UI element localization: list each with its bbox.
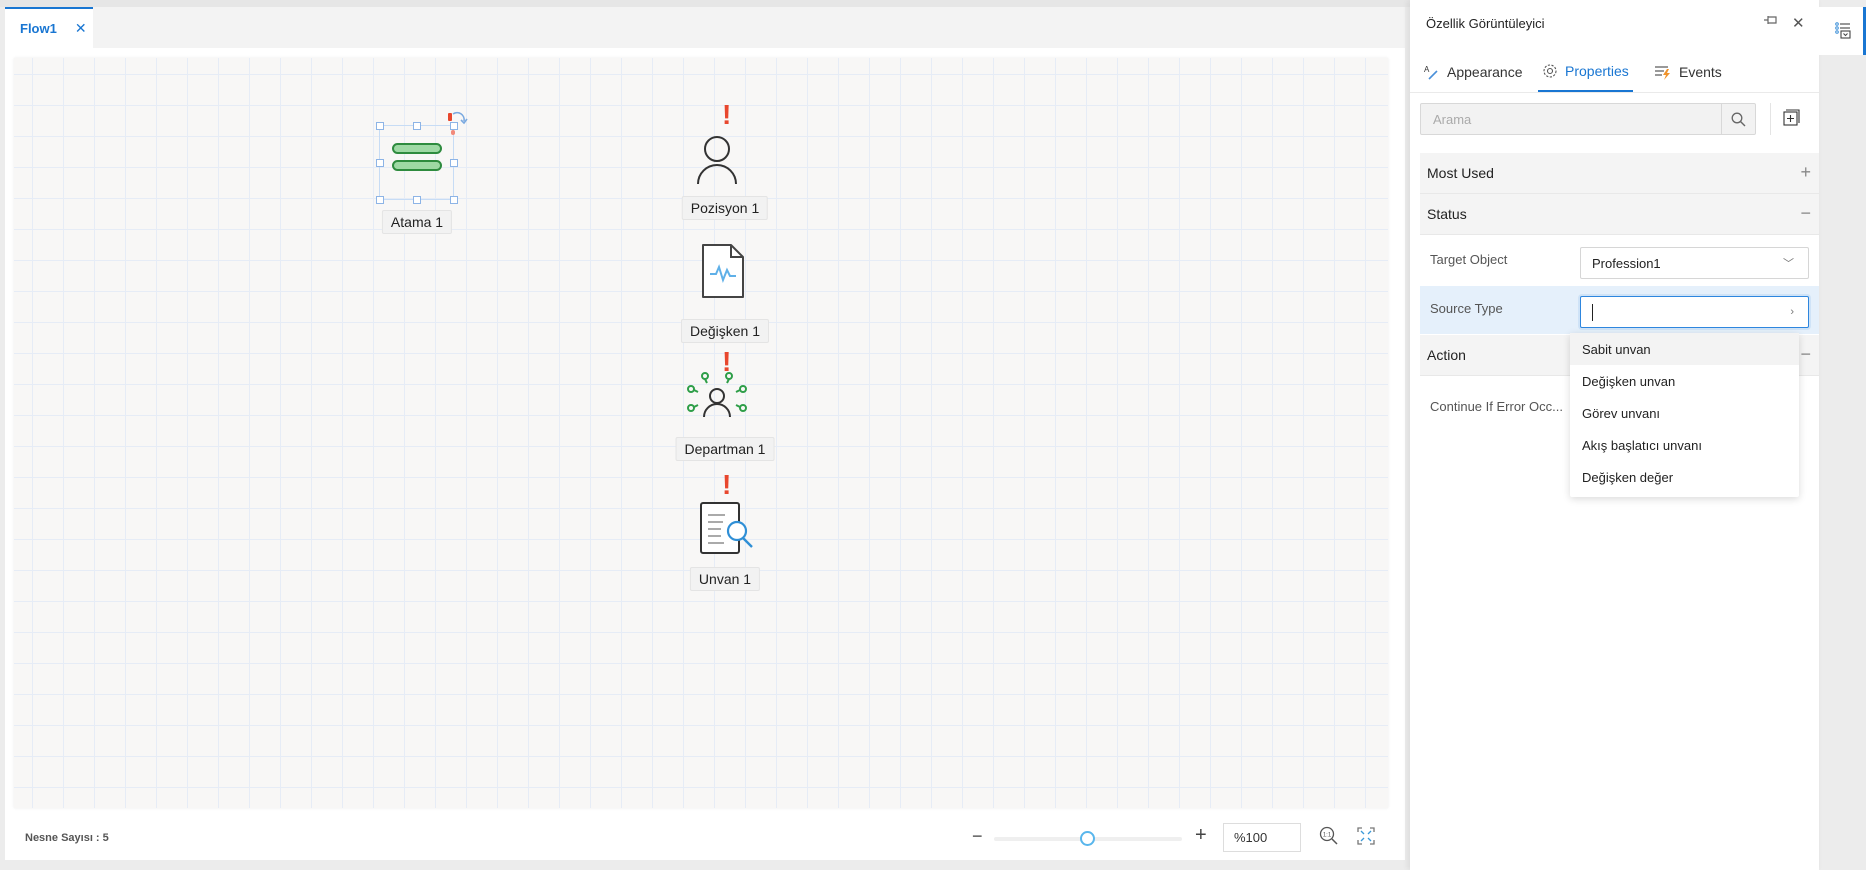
- warning-dot: [451, 130, 455, 135]
- document-tab-strip: Flow1 ✕: [5, 7, 1405, 48]
- rotate-icon[interactable]: [447, 110, 469, 128]
- appearance-icon: A: [1424, 65, 1438, 80]
- section-label: Most Used: [1427, 165, 1494, 181]
- tab-appearance[interactable]: A Appearance: [1424, 52, 1523, 92]
- property-target-object: Target Object Profession1 ﹀: [1420, 237, 1819, 285]
- tab-label: Properties: [1565, 63, 1629, 79]
- section-label: Status: [1427, 206, 1467, 222]
- divider: [1770, 103, 1771, 135]
- top-bar: [0, 0, 1410, 7]
- select-value: Profession1: [1592, 255, 1661, 271]
- object-count: Nesne Sayısı : 5: [25, 832, 109, 844]
- dropdown-option[interactable]: Değişken değer: [1570, 461, 1799, 493]
- resize-handle[interactable]: [413, 122, 421, 130]
- search-box: [1420, 103, 1756, 135]
- events-icon: [1655, 66, 1670, 80]
- tab-label: Flow1: [20, 21, 57, 36]
- warning-icon: !: [722, 99, 732, 130]
- tab-label: Appearance: [1447, 64, 1523, 80]
- node-atama[interactable]: Atama 1: [367, 110, 507, 252]
- property-label: Continue If Error Occ...: [1430, 399, 1563, 414]
- zoom-in-button[interactable]: +: [1195, 824, 1207, 847]
- pin-icon[interactable]: [1763, 14, 1779, 26]
- dropdown-option[interactable]: Görev unvanı: [1570, 397, 1799, 429]
- variable-document-icon: [702, 244, 744, 298]
- panel-tabs: A Appearance Properties Events: [1410, 52, 1819, 93]
- zoom-level-input[interactable]: [1223, 823, 1301, 852]
- node-departman[interactable]: ! Departman 1: [664, 348, 775, 473]
- gear-icon: [1543, 64, 1557, 78]
- resize-handle[interactable]: [413, 196, 421, 204]
- node-degisken[interactable]: Değişken 1: [664, 233, 770, 348]
- plus-icon[interactable]: +: [1800, 162, 1811, 183]
- department-icon: [687, 372, 747, 418]
- dropdown-option[interactable]: Değişken unvan: [1570, 365, 1799, 397]
- property-list-icon[interactable]: [1835, 22, 1851, 40]
- source-type-select[interactable]: ›: [1580, 296, 1809, 328]
- node-pozisyon[interactable]: ! Pozisyon 1: [664, 98, 769, 220]
- resize-handle[interactable]: [376, 122, 384, 130]
- target-object-select[interactable]: Profession1 ﹀: [1580, 247, 1809, 279]
- tab-events[interactable]: Events: [1654, 52, 1722, 92]
- chevron-right-icon: ›: [1790, 306, 1794, 318]
- tab-flow1[interactable]: Flow1 ✕: [5, 7, 93, 48]
- section-most-used[interactable]: Most Used +: [1420, 153, 1819, 194]
- assignment-icon: [392, 143, 442, 171]
- node-label: Atama 1: [381, 210, 453, 234]
- property-label: Source Type: [1430, 301, 1503, 316]
- resize-handle[interactable]: [376, 196, 384, 204]
- dropdown-option[interactable]: Sabit unvan: [1570, 333, 1799, 365]
- close-icon[interactable]: ✕: [75, 20, 87, 37]
- fit-screen-icon[interactable]: [1357, 827, 1375, 845]
- close-icon[interactable]: ✕: [1792, 14, 1805, 32]
- tab-label: Events: [1679, 64, 1722, 80]
- zoom-slider-thumb[interactable]: [1080, 831, 1095, 846]
- section-label: Action: [1427, 347, 1466, 363]
- resize-handle[interactable]: [376, 159, 384, 167]
- node-label: Değişken 1: [680, 319, 770, 343]
- search-icon: [1731, 112, 1746, 126]
- dropdown-option[interactable]: Akış başlatıcı unvanı: [1570, 429, 1799, 461]
- person-icon: [697, 136, 737, 185]
- node-label: Pozisyon 1: [681, 196, 769, 220]
- search-input[interactable]: [1421, 104, 1721, 134]
- chevron-down-icon: ﹀: [1783, 258, 1794, 270]
- property-label: Target Object: [1430, 252, 1508, 267]
- canvas-footer: Nesne Sayısı : 5 − + 1:1: [14, 818, 1388, 858]
- warning-icon: !: [722, 469, 732, 500]
- panel-title: Özellik Görüntüleyici: [1426, 16, 1545, 31]
- actual-size-icon[interactable]: 1:1: [1319, 826, 1339, 846]
- svg-text:A: A: [1424, 65, 1430, 74]
- node-label: Departman 1: [675, 437, 775, 461]
- node-label: Unvan 1: [689, 567, 761, 591]
- text-caret: [1592, 303, 1593, 321]
- minus-icon[interactable]: −: [1800, 203, 1811, 224]
- resize-handle[interactable]: [450, 196, 458, 204]
- resize-handle[interactable]: [450, 159, 458, 167]
- minus-icon[interactable]: −: [1800, 344, 1811, 365]
- flow-canvas[interactable]: Atama 1 ! Pozisyon 1 Değişken 1 ! Depart…: [14, 58, 1388, 808]
- search-button[interactable]: [1721, 104, 1755, 134]
- source-type-dropdown: Sabit unvan Değişken unvan Görev unvanı …: [1570, 333, 1799, 497]
- node-unvan[interactable]: ! Unvan 1: [664, 468, 764, 598]
- expand-all-icon[interactable]: [1783, 109, 1800, 126]
- title-search-icon: [700, 502, 753, 554]
- zoom-out-button[interactable]: −: [972, 826, 983, 847]
- property-source-type: Source Type ›: [1420, 286, 1819, 334]
- section-status[interactable]: Status −: [1420, 194, 1819, 235]
- tab-properties[interactable]: Properties: [1538, 52, 1633, 92]
- svg-text:1:1: 1:1: [1323, 833, 1332, 839]
